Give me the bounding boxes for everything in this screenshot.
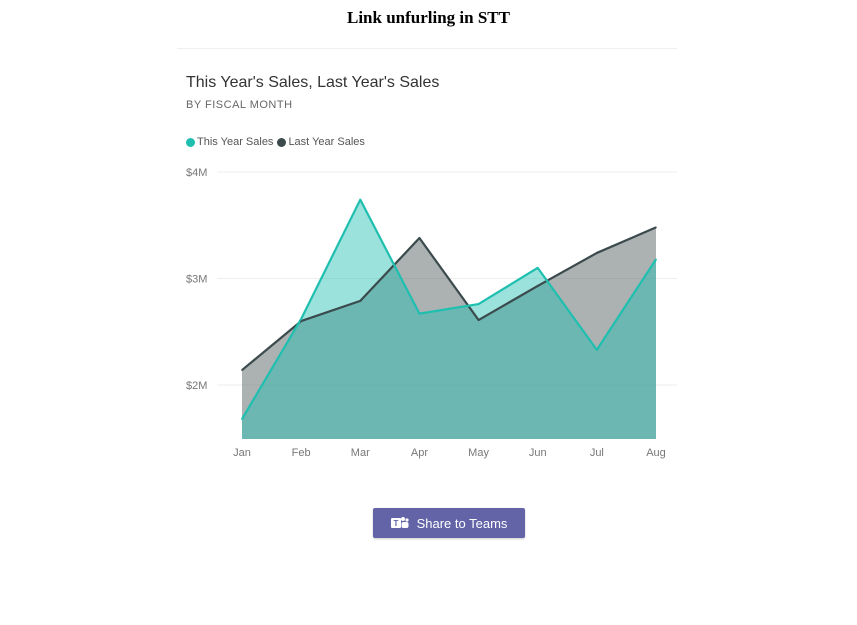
y-tick-label: $3M bbox=[186, 274, 207, 286]
data-point-this-year bbox=[655, 258, 657, 261]
data-point-last-year bbox=[241, 369, 243, 371]
data-point-this-year bbox=[300, 318, 302, 320]
x-tick-label: Mar bbox=[351, 447, 370, 459]
x-tick-label: Jun bbox=[529, 447, 547, 459]
x-tick-label: Jul bbox=[590, 447, 604, 459]
data-point-last-year bbox=[655, 226, 657, 229]
data-point-last-year bbox=[418, 237, 421, 239]
x-tick-label: Apr bbox=[411, 447, 428, 459]
data-point-last-year bbox=[596, 252, 598, 254]
share-to-teams-button[interactable]: T Share to Teams bbox=[373, 508, 525, 538]
x-tick-label: Aug bbox=[646, 447, 666, 459]
area-chart: $4M $3M $2M Jan Feb Mar Apr May Jun Jul Aug bbox=[186, 167, 677, 459]
data-point-last-year bbox=[477, 319, 480, 321]
data-point-this-year bbox=[241, 418, 243, 420]
y-tick-label: $2M bbox=[186, 380, 207, 392]
data-point-last-year bbox=[359, 300, 362, 302]
data-point-this-year bbox=[477, 303, 480, 305]
data-point-this-year bbox=[418, 312, 421, 315]
page-title: Link unfurling in STT bbox=[346, 8, 510, 27]
chart-card: This Year's Sales, Last Year's Sales BY … bbox=[177, 48, 677, 469]
teams-icon: T bbox=[390, 516, 409, 530]
x-tick-label: Jan bbox=[233, 447, 251, 459]
x-tick-label: May bbox=[468, 447, 489, 459]
y-tick-label: $4M bbox=[186, 167, 207, 179]
data-point-this-year bbox=[536, 267, 539, 269]
data-point-last-year bbox=[300, 320, 302, 322]
data-point-last-year bbox=[536, 285, 539, 287]
data-point-this-year bbox=[596, 349, 598, 351]
x-tick-label: Feb bbox=[292, 447, 311, 459]
svg-text:T: T bbox=[393, 519, 398, 528]
data-point-this-year bbox=[359, 198, 362, 201]
share-to-teams-label: Share to Teams bbox=[416, 515, 508, 531]
